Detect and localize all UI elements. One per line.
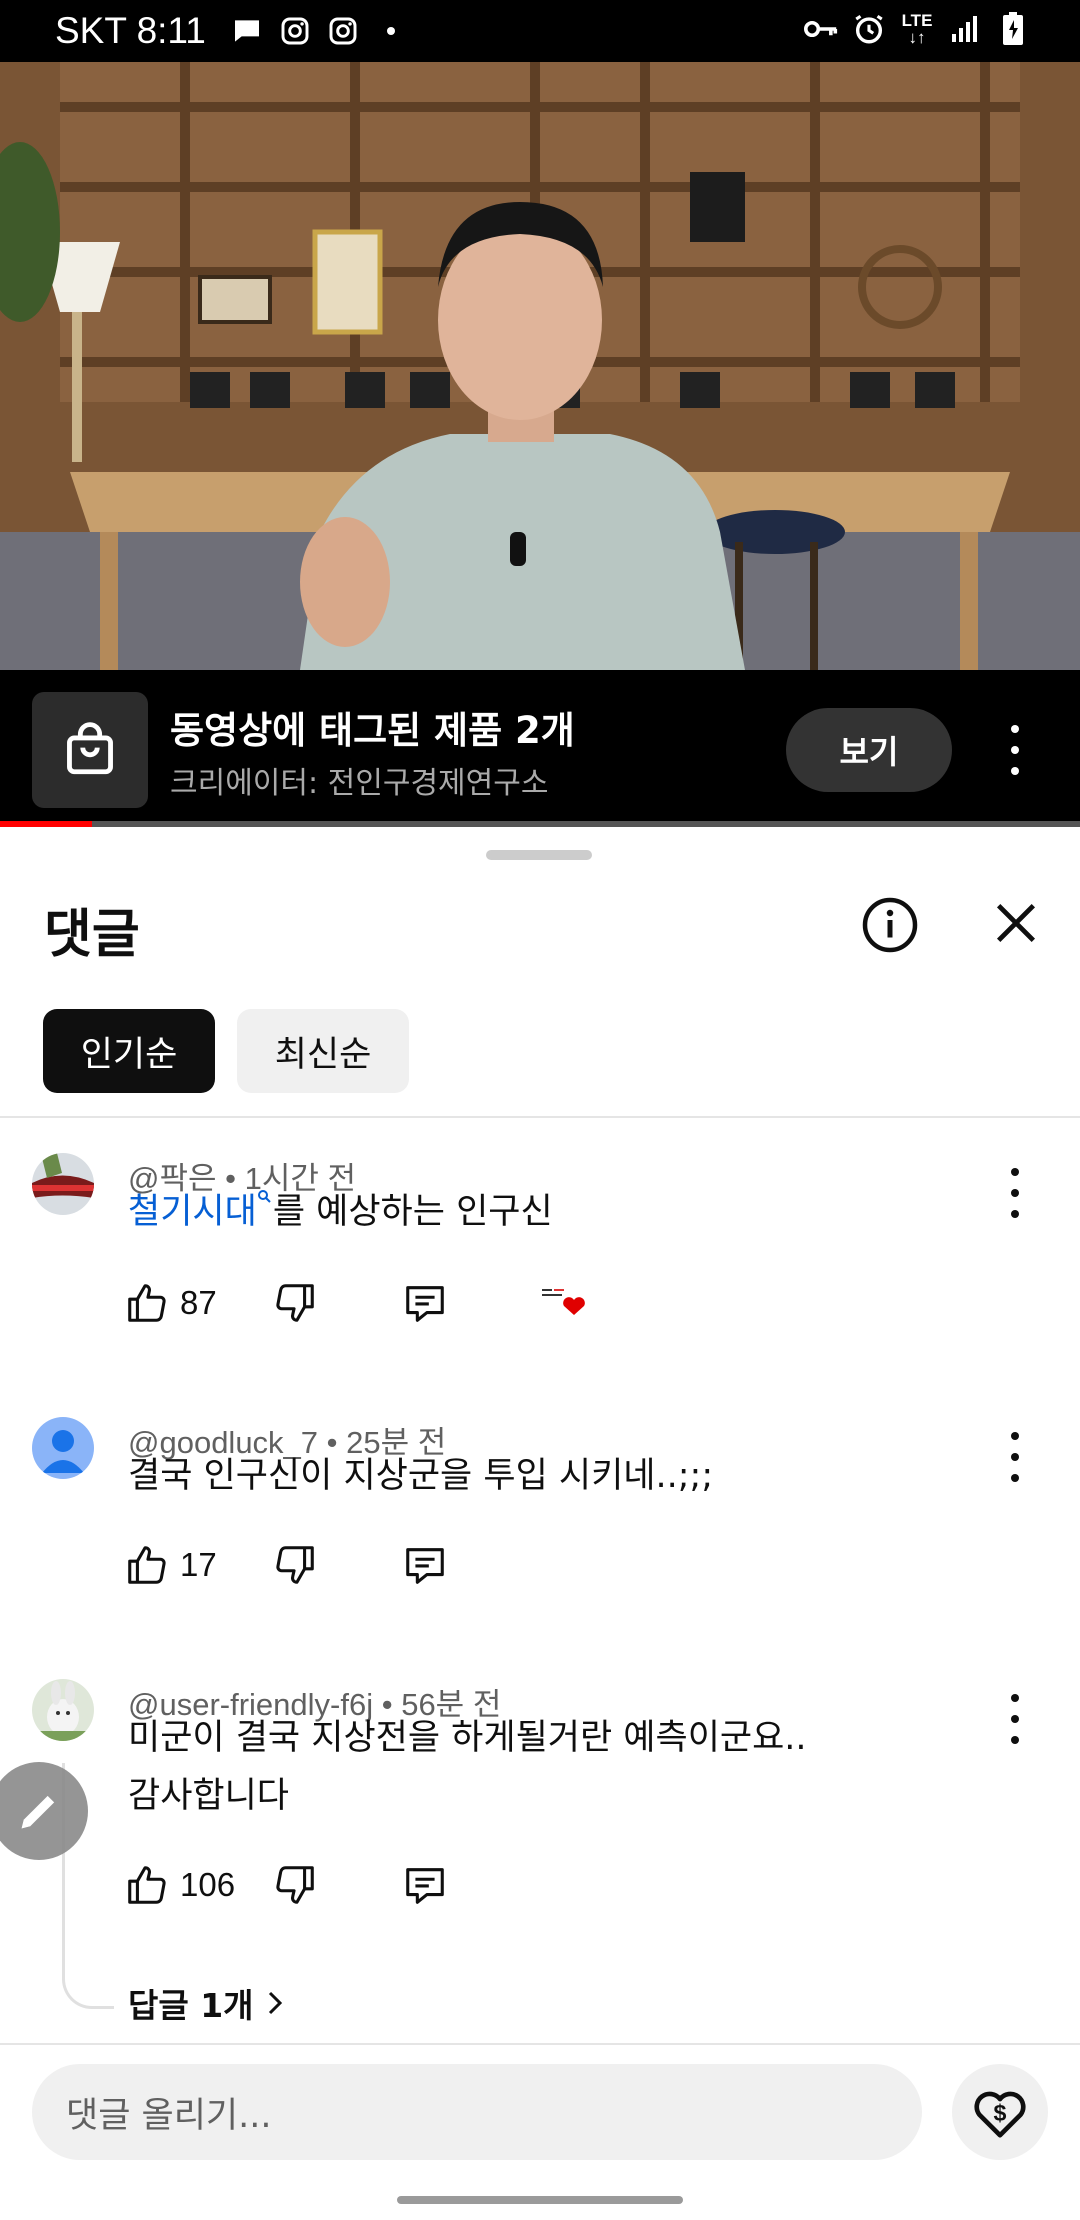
close-icon[interactable]: [990, 897, 1042, 949]
dislike-button[interactable]: [272, 1273, 318, 1333]
avatar[interactable]: [32, 1679, 94, 1741]
like-button[interactable]: 87: [124, 1273, 217, 1333]
reply-button[interactable]: [402, 1855, 448, 1915]
thumbs-up-icon: [128, 1546, 166, 1584]
comment-text-line1: 미군이 결국 지상전을 하게될거란 예측이군요..: [128, 1718, 807, 1758]
product-shelf-bar[interactable]: 동영상에 태그된 제품 2개 크리에이터: 전인구경제연구소 보기: [0, 670, 1080, 825]
sort-chip-newest[interactable]: 최신순: [237, 1009, 409, 1093]
message-icon: [230, 14, 264, 48]
more-options-icon[interactable]: [1000, 725, 1030, 775]
search-link[interactable]: 철기시대: [128, 1192, 257, 1232]
notification-icons: [230, 14, 408, 48]
battery-charging-icon: [996, 12, 1030, 46]
svg-text:$: $: [994, 2100, 1007, 2126]
drag-handle[interactable]: [486, 850, 592, 860]
view-products-button[interactable]: 보기: [786, 708, 952, 792]
reply-comment-icon: [406, 1548, 444, 1584]
carrier-time: SKT 8:11: [55, 10, 206, 51]
super-thanks-icon: $: [974, 2091, 1026, 2138]
replies-label: 답글 1개: [128, 1986, 254, 2025]
chevron-right-icon: [268, 1991, 282, 2015]
avatar[interactable]: [32, 1153, 94, 1215]
video-frame: [0, 62, 1080, 670]
creator-heart-badge: [536, 1277, 596, 1327]
video-player[interactable]: [0, 62, 1080, 670]
like-count: 17: [180, 1546, 217, 1583]
product-creator: 크리에이터: 전인구경제연구소: [170, 766, 549, 801]
comments-title: 댓글: [44, 905, 140, 965]
reply-button[interactable]: [402, 1535, 448, 1595]
thumbs-down-icon: [276, 1866, 314, 1904]
divider: [0, 1116, 1080, 1118]
comment-actions: 87: [124, 1273, 724, 1333]
home-indicator[interactable]: [397, 2196, 683, 2204]
comment-actions: 17: [124, 1535, 724, 1595]
super-thanks-button[interactable]: $: [952, 2064, 1048, 2160]
system-icons: LTE ↓↑: [804, 12, 1030, 46]
thumbs-up-icon: [128, 1284, 166, 1322]
avatar[interactable]: [32, 1417, 94, 1479]
product-title: 동영상에 태그된 제품 2개: [170, 709, 575, 752]
dislike-button[interactable]: [272, 1535, 318, 1595]
thumbs-down-icon: [276, 1546, 314, 1584]
info-icon[interactable]: [860, 895, 920, 955]
reply-comment-icon: [406, 1286, 444, 1322]
instagram-icon: [326, 14, 360, 48]
comment-more-icon[interactable]: [1000, 1432, 1030, 1482]
comment-actions: 106: [124, 1855, 724, 1915]
lte-icon: LTE ↓↑: [901, 11, 933, 47]
comment-input[interactable]: 댓글 올리기...: [32, 2064, 922, 2160]
dislike-button[interactable]: [272, 1855, 318, 1915]
like-button[interactable]: 17: [124, 1535, 217, 1595]
comment-text-rest: 를 예상하는 인구신: [272, 1192, 553, 1232]
comment-more-icon[interactable]: [1000, 1168, 1030, 1218]
pencil-icon: [21, 1795, 55, 1829]
dot-icon: [374, 14, 408, 48]
like-count: 106: [180, 1866, 236, 1903]
like-count: 87: [180, 1284, 217, 1321]
comment-text: 결국 인구신이 지상군을 투입 시키네..;;;: [128, 1456, 714, 1496]
status-bar: SKT 8:11 LTE ↓↑: [0, 0, 1080, 62]
instagram-icon: [278, 14, 312, 48]
comments-sheet: 댓글 인기순 최신순 @팍은 • 1시간 전 철기시대 를 예상하는 인구신 87: [0, 827, 1080, 2220]
sort-chip-top[interactable]: 인기순: [43, 1009, 215, 1093]
comment-text-line2: 감사합니다: [128, 1776, 290, 1816]
reply-button[interactable]: [402, 1273, 448, 1333]
comment-text: 철기시대 를 예상하는 인구신: [128, 1183, 553, 1241]
reply-comment-icon: [406, 1868, 444, 1904]
signal-icon: [948, 12, 982, 46]
alarm-icon: [852, 12, 886, 46]
like-button[interactable]: 106: [124, 1855, 235, 1915]
thumbs-up-icon: [128, 1866, 166, 1904]
shopping-bag-icon: [32, 692, 148, 808]
thumbs-down-icon: [276, 1284, 314, 1322]
search-icon: [257, 1190, 271, 1203]
comment-more-icon[interactable]: [1000, 1694, 1030, 1744]
comment-composer: 댓글 올리기... $: [0, 2043, 1080, 2220]
view-replies-link[interactable]: 답글 1개: [128, 1979, 286, 2027]
vpn-key-icon: [804, 12, 838, 46]
